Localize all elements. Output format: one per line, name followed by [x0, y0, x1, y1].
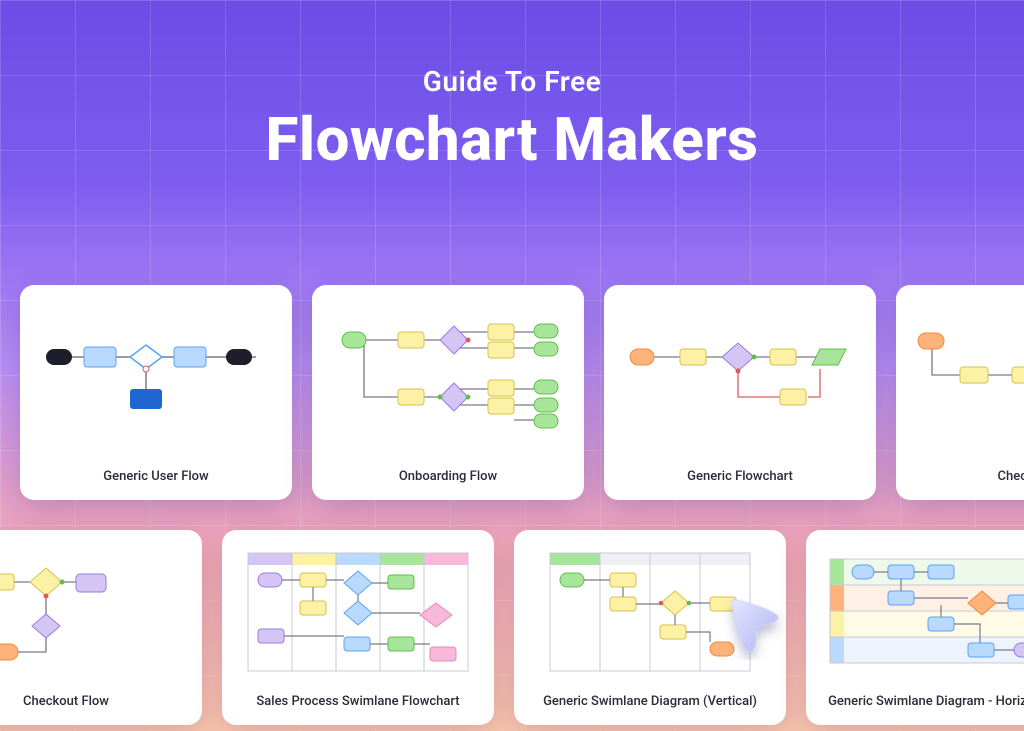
card-label: Onboarding Flow — [326, 469, 570, 484]
thumb-genericflow — [618, 299, 862, 455]
card-swimlane-horizontal[interactable]: Generic Swimlane Diagram - Horizontal — [806, 530, 1024, 725]
card-label: Sales Process Swimlane Flowchart — [236, 694, 480, 709]
card-label: Checkout Flow — [0, 694, 188, 709]
card-label: Checkout Fl — [910, 469, 1024, 484]
card-checkout-flow-partial[interactable]: Checkout Fl — [896, 285, 1024, 500]
thumb-swimlane-sales — [236, 544, 480, 680]
card-label: Generic Swimlane Diagram - Horizontal — [820, 694, 1024, 709]
card-label: Generic Flowchart — [618, 469, 862, 484]
card-label: Generic User Flow — [34, 469, 278, 484]
thumb-swimlane-horiz — [820, 544, 1024, 680]
card-swimlane-vertical[interactable]: Generic Swimlane Diagram (Vertical) — [514, 530, 786, 725]
thumb-onboarding — [326, 299, 570, 455]
hero-subtitle: Guide To Free — [0, 65, 1024, 98]
template-row-1: Generic User Flow — [0, 285, 1024, 500]
hero-title: Flowchart Makers — [0, 104, 1024, 175]
card-generic-user-flow[interactable]: Generic User Flow — [20, 285, 292, 500]
thumb-checkout-partial — [910, 299, 1024, 455]
thumb-checkout2 — [0, 544, 188, 680]
thumb-swimlane-vert — [528, 544, 772, 680]
card-onboarding-flow[interactable]: Onboarding Flow — [312, 285, 584, 500]
card-generic-flowchart[interactable]: Generic Flowchart — [604, 285, 876, 500]
template-row-2: Checkout Flow — [0, 530, 1024, 725]
card-sales-swimlane[interactable]: Sales Process Swimlane Flowchart — [222, 530, 494, 725]
hero-heading: Guide To Free Flowchart Makers — [0, 0, 1024, 175]
thumb-userflow — [34, 299, 278, 455]
card-label: Generic Swimlane Diagram (Vertical) — [528, 694, 772, 709]
card-checkout-flow-2[interactable]: Checkout Flow — [0, 530, 202, 725]
